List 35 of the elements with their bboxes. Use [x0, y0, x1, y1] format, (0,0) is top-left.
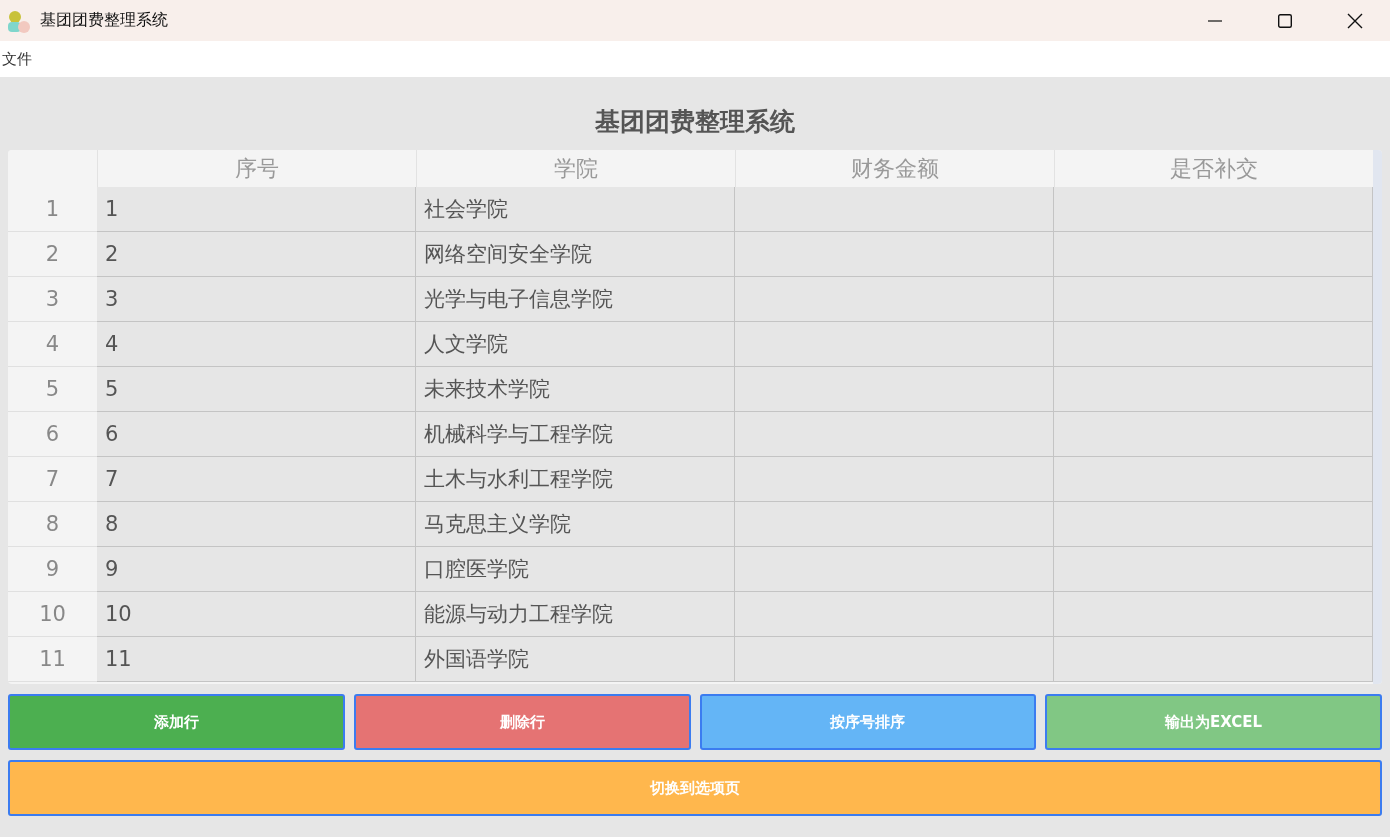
minimize-icon — [1208, 19, 1222, 22]
table-cell: 人文学院 — [416, 322, 735, 367]
action-button[interactable]: 删除行 — [353, 694, 691, 750]
table-cell: 能源与动力工程学院 — [416, 592, 735, 637]
table-cell: 8 — [97, 502, 416, 547]
table-cell: 1 — [97, 187, 416, 232]
table-cell: 社会学院 — [416, 187, 735, 232]
action-button[interactable]: 添加行 — [8, 694, 345, 750]
table-cell: 网络空间安全学院 — [416, 232, 735, 277]
switch-page-button[interactable]: 切换到选项页 — [8, 760, 1382, 816]
menu-item[interactable]: 文件 — [0, 49, 34, 69]
table-cell: 10 — [97, 592, 416, 637]
table-cell: 光学与电子信息学院 — [416, 277, 735, 322]
maximize-icon — [1278, 13, 1292, 28]
table-cell: 土木与水利工程学院 — [416, 457, 735, 502]
table-cell: 7 — [97, 457, 416, 502]
table-cell: 6 — [97, 412, 416, 457]
table-cell: 2 — [97, 232, 416, 277]
table-cell: 机械科学与工程学院 — [416, 412, 735, 457]
table-cell: 9 — [97, 547, 416, 592]
table-cell: 3 — [97, 277, 416, 322]
table-cell: 马克思主义学院 — [416, 502, 735, 547]
app-icon — [6, 8, 32, 33]
close-icon — [1347, 12, 1363, 29]
table-cell: 5 — [97, 367, 416, 412]
scrollbar[interactable] — [1373, 150, 1382, 684]
action-button[interactable]: 输出为EXCEL — [1045, 694, 1382, 750]
table-cell: 11 — [97, 637, 416, 682]
window-title: 基团团费整理系统 — [40, 10, 169, 31]
action-button[interactable]: 按序号排序 — [699, 694, 1037, 750]
page-heading: 基团团费整理系统 — [594, 106, 796, 138]
table-cell: 未来技术学院 — [416, 367, 735, 412]
table-cell: 外国语学院 — [416, 637, 735, 682]
table-cell: 口腔医学院 — [416, 547, 735, 592]
table-cell: 4 — [97, 322, 416, 367]
